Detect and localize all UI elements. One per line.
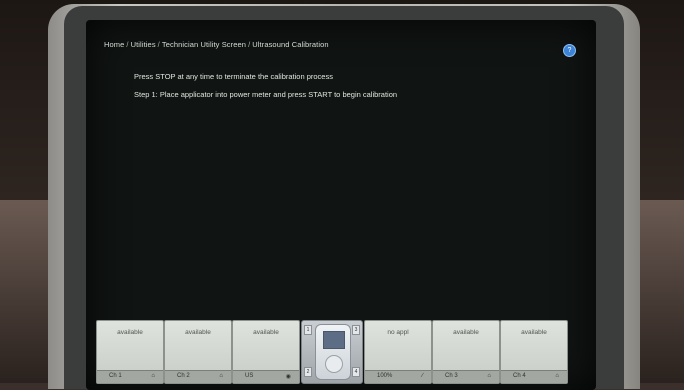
help-button[interactable]: ? (563, 44, 576, 57)
dock-port-3[interactable]: 3 (352, 325, 360, 335)
dock-port-1[interactable]: 1 (304, 325, 312, 335)
breadcrumb-utilities[interactable]: Utilities (131, 40, 156, 49)
channel-label: Ch 3 (445, 373, 458, 379)
channel-bar: available Ch 1 ⌂ available Ch 2 ⌂ availabl… (96, 320, 586, 390)
breadcrumb: Home / Utilities / Technician Utility Screen… (104, 40, 329, 49)
channel-status: available (117, 329, 143, 336)
plug-icon: ⌂ (151, 373, 155, 379)
plug-icon: ⌂ (487, 373, 491, 379)
channel-3-button[interactable]: available Ch 3 ⌂ (432, 320, 500, 384)
channel-1-button[interactable]: available Ch 1 ⌂ (96, 320, 164, 384)
plug-icon: ⌂ (555, 373, 559, 379)
ultrasound-icon: ◉ (285, 374, 291, 380)
help-icon: ? (567, 47, 572, 54)
instruction-step-1: Step 1: Place applicator into power mete… (134, 90, 398, 99)
wand-icon: ∕ (421, 373, 423, 379)
channel-2-button[interactable]: available Ch 2 ⌂ (164, 320, 232, 384)
applicator-screen (323, 331, 345, 349)
dock-port-4[interactable]: 4 (352, 367, 360, 377)
channel-label: Ch 2 (177, 373, 190, 379)
channel-4-button[interactable]: available Ch 4 ⌂ (500, 320, 568, 384)
channel-status: available (185, 329, 211, 336)
applicator-dock[interactable]: 1 2 3 4 (301, 320, 363, 384)
channel-wand-button[interactable]: no appl 100% ∕ (364, 320, 432, 384)
channel-status: available (253, 329, 279, 336)
channel-label: US (245, 373, 254, 379)
dock-port-2[interactable]: 2 (304, 367, 312, 377)
channel-label: Ch 1 (109, 373, 122, 379)
channel-status: no appl (387, 329, 409, 336)
breadcrumb-home[interactable]: Home (104, 40, 124, 49)
device-screen: Home / Utilities / Technician Utility Screen… (86, 20, 596, 390)
applicator-wheel (325, 355, 343, 373)
applicator-icon (315, 324, 351, 380)
channel-status: available (521, 329, 547, 336)
channel-label: Ch 4 (513, 373, 526, 379)
breadcrumb-technician-utility[interactable]: Technician Utility Screen (162, 40, 246, 49)
instruction-stop: Press STOP at any time to terminate the … (134, 72, 333, 81)
channel-us-button[interactable]: available US ◉ (232, 320, 300, 384)
plug-icon: ⌂ (219, 373, 223, 379)
channel-status: available (453, 329, 479, 336)
breadcrumb-current: Ultrasound Calibration (252, 40, 329, 49)
channel-label: 100% (377, 373, 393, 379)
